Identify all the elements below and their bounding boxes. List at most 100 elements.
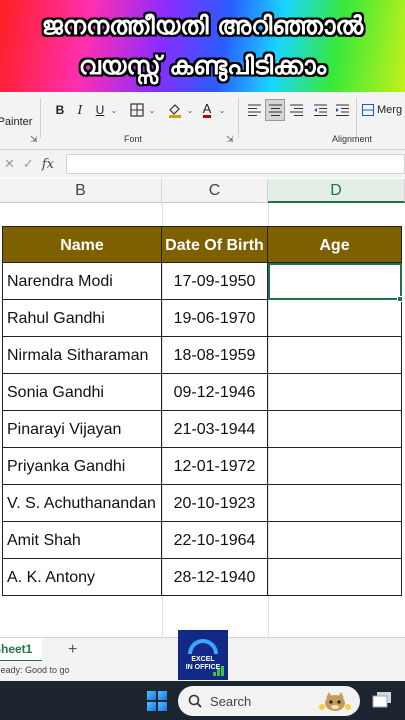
dob-cell[interactable]: 21-03-1944 xyxy=(162,411,268,448)
dob-cell[interactable]: 19-06-1970 xyxy=(162,300,268,337)
font-color-icon: A xyxy=(202,101,212,118)
ribbon-separator xyxy=(356,98,357,138)
search-icon xyxy=(188,694,202,708)
cancel-icon[interactable]: ✕ xyxy=(4,156,15,172)
age-cell[interactable] xyxy=(268,337,402,374)
font-color-chevron-icon[interactable]: ⌄ xyxy=(216,100,228,120)
name-cell[interactable]: Rahul Gandhi xyxy=(2,300,162,337)
increase-indent-button[interactable] xyxy=(333,100,351,120)
decrease-indent-button[interactable] xyxy=(311,100,329,120)
align-center-button[interactable] xyxy=(265,99,285,121)
align-left-icon xyxy=(247,104,261,116)
name-cell[interactable]: Pinarayi Vijayan xyxy=(2,411,162,448)
search-highlight-icon xyxy=(319,692,351,711)
decrease-indent-icon xyxy=(313,104,327,116)
task-view-icon[interactable] xyxy=(372,691,392,709)
fill-handle[interactable] xyxy=(397,296,403,302)
title-banner: ജനനത്തീയതി അറിഞ്ഞാൽ വയസ്സ് കണ്ടുപിടിക്കാ… xyxy=(0,0,405,92)
fill-color-chevron-icon[interactable]: ⌄ xyxy=(184,100,196,120)
dob-cell[interactable]: 09-12-1946 xyxy=(162,374,268,411)
table-row: Amit Shah 22-10-1964 xyxy=(2,522,402,559)
name-cell[interactable]: Sonia Gandhi xyxy=(2,374,162,411)
bold-button[interactable]: B xyxy=(52,100,68,120)
logo-gauge-icon xyxy=(188,638,218,654)
fill-color-button[interactable] xyxy=(164,100,186,120)
table-row: Narendra Modi 17-09-1950 xyxy=(2,263,402,300)
table-header-row: Name Date Of Birth Age xyxy=(2,226,402,263)
age-cell[interactable] xyxy=(268,559,402,596)
align-right-button[interactable] xyxy=(287,100,305,120)
age-cell[interactable] xyxy=(268,411,402,448)
table-row: Priyanka Gandhi 12-01-1972 xyxy=(2,448,402,485)
dob-cell[interactable]: 22-10-1964 xyxy=(162,522,268,559)
worksheet-grid[interactable]: Name Date Of Birth Age Narendra Modi 17-… xyxy=(0,203,405,637)
format-painter-button[interactable]: Painter xyxy=(0,112,32,132)
ribbon: Painter B I U ⌄ ⌄ ⌄ A ⌄ Font ⇲ ⇲ Merg Al… xyxy=(0,92,405,150)
format-painter-label: Painter xyxy=(0,116,33,128)
name-cell[interactable]: V. S. Achuthanandan xyxy=(2,485,162,522)
table-row: Sonia Gandhi 09-12-1946 xyxy=(2,374,402,411)
borders-button[interactable] xyxy=(126,100,148,120)
underline-dropdown-chevron-icon[interactable]: ⌄ xyxy=(108,100,120,120)
name-cell[interactable]: Priyanka Gandhi xyxy=(2,448,162,485)
borders-chevron-icon[interactable]: ⌄ xyxy=(146,100,158,120)
table-row: Pinarayi Vijayan 21-03-1944 xyxy=(2,411,402,448)
font-group-label: Font xyxy=(124,134,143,144)
taskbar-search[interactable]: Search xyxy=(178,686,360,716)
age-cell[interactable] xyxy=(268,300,402,337)
underline-button[interactable]: U xyxy=(92,100,108,120)
age-cell[interactable] xyxy=(268,522,402,559)
dob-cell[interactable]: 28-12-1940 xyxy=(162,559,268,596)
header-dob[interactable]: Date Of Birth xyxy=(162,226,268,263)
search-label: Search xyxy=(210,693,252,709)
age-cell[interactable] xyxy=(268,485,402,522)
table-row: Nirmala Sitharaman 18-08-1959 xyxy=(2,337,402,374)
age-cell[interactable] xyxy=(268,374,402,411)
taskbar: Search xyxy=(0,681,405,720)
header-age[interactable]: Age xyxy=(268,226,402,263)
excel-in-office-logo: EXCEL IN OFFICE xyxy=(178,630,228,680)
alignment-group-label: Alignment xyxy=(332,134,373,144)
insert-function-icon[interactable]: fx xyxy=(42,157,54,172)
clipboard-launcher-icon[interactable]: ⇲ xyxy=(30,134,38,145)
sheet-tab-sheet1[interactable]: Sheet1 xyxy=(0,638,42,662)
dob-cell[interactable]: 17-09-1950 xyxy=(162,263,268,300)
increase-indent-icon xyxy=(335,104,349,116)
ribbon-separator xyxy=(238,98,239,138)
banner-line-2: വയസ്സ് കണ്ടുപിടിക്കാം xyxy=(78,51,327,80)
table-row: A. K. Antony 28-12-1940 xyxy=(2,559,402,596)
italic-button[interactable]: I xyxy=(72,100,88,120)
sheet-tab-label: Sheet1 xyxy=(0,642,33,656)
formula-input[interactable] xyxy=(66,154,405,174)
column-header-d[interactable]: D xyxy=(268,179,405,203)
column-header-c[interactable]: C xyxy=(162,179,268,203)
header-name[interactable]: Name xyxy=(2,226,162,263)
merge-center-button[interactable]: Merg xyxy=(362,100,405,120)
name-cell[interactable]: Amit Shah xyxy=(2,522,162,559)
dob-cell[interactable]: 18-08-1959 xyxy=(162,337,268,374)
dob-cell[interactable]: 20-10-1923 xyxy=(162,485,268,522)
logo-bars-icon xyxy=(213,666,224,676)
merge-label: Merg xyxy=(377,104,403,116)
column-headers: B C D xyxy=(0,179,405,203)
column-header-b[interactable]: B xyxy=(0,179,162,203)
enter-icon[interactable]: ✓ xyxy=(23,156,34,172)
borders-icon xyxy=(130,103,144,117)
font-launcher-icon[interactable]: ⇲ xyxy=(226,134,234,145)
align-center-icon xyxy=(268,104,282,116)
dob-cell[interactable]: 12-01-1972 xyxy=(162,448,268,485)
font-color-button[interactable]: A xyxy=(198,100,216,120)
align-left-button[interactable] xyxy=(245,100,263,120)
age-cell[interactable] xyxy=(268,448,402,485)
fill-bucket-icon xyxy=(169,104,181,118)
name-cell[interactable]: Narendra Modi xyxy=(2,263,162,300)
name-cell[interactable]: Nirmala Sitharaman xyxy=(2,337,162,374)
windows-start-icon[interactable] xyxy=(147,691,167,711)
status-message: Ready: Good to go xyxy=(0,665,70,675)
formula-controls: ✕ ✓ fx xyxy=(0,154,62,174)
age-cell-selected[interactable] xyxy=(268,263,402,300)
table-row: V. S. Achuthanandan 20-10-1923 xyxy=(2,485,402,522)
merge-cells-icon xyxy=(362,104,374,116)
add-sheet-button[interactable]: + xyxy=(68,638,77,662)
name-cell[interactable]: A. K. Antony xyxy=(2,559,162,596)
